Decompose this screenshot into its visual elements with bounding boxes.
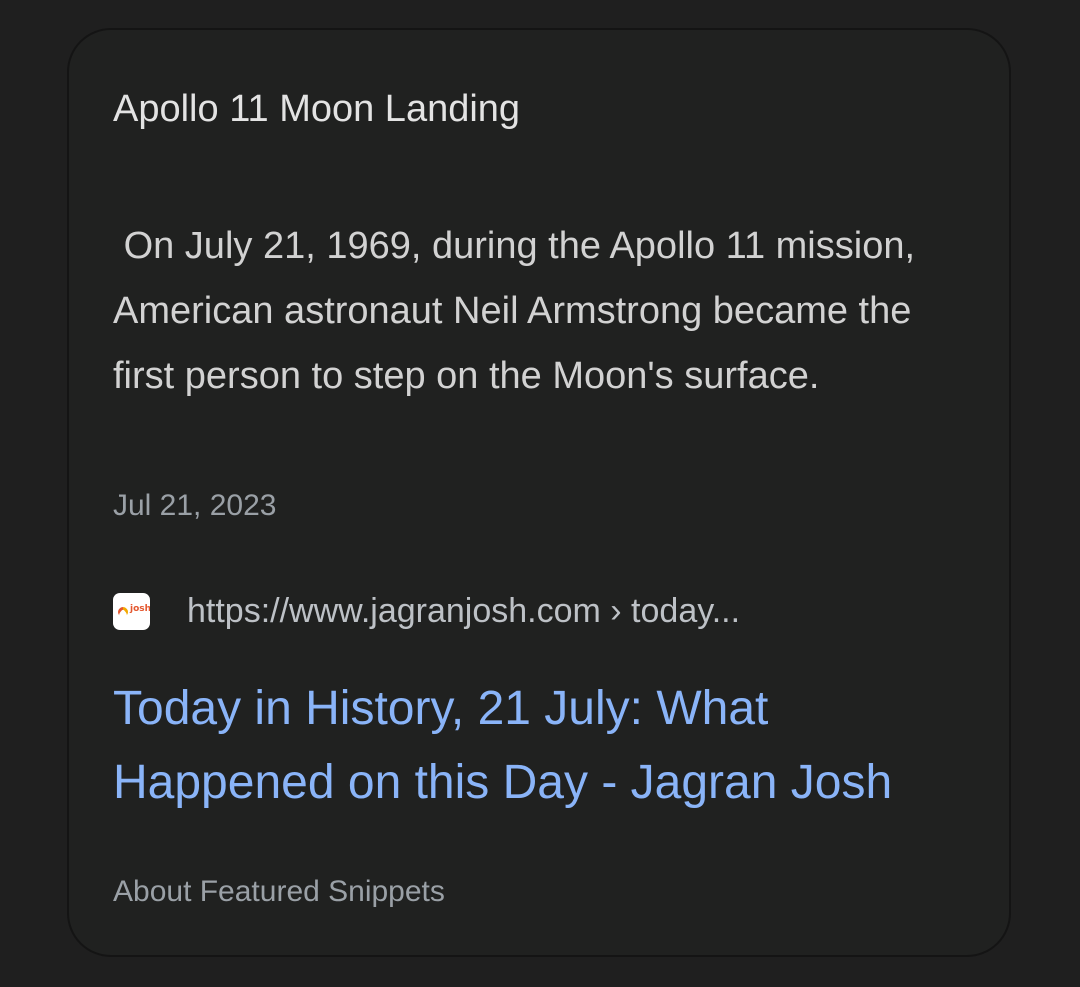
source-row[interactable]: josh https://www.jagranjosh.com › today.… [113, 588, 740, 634]
snippet-text: On July 21, 1969, during the Apollo 11 m… [113, 225, 924, 397]
jagranjosh-logo-icon: josh [113, 592, 150, 630]
snippet-date: Jul 21, 2023 [113, 489, 277, 522]
favicon-arc [115, 604, 131, 619]
about-featured-snippets-link[interactable]: About Featured Snippets [113, 874, 445, 910]
result-title-link[interactable]: Today in History, 21 July: What Happened… [113, 672, 983, 820]
favicon-text: josh [130, 603, 150, 614]
featured-snippet-card: Apollo 11 Moon Landing On July 21, 1969,… [67, 28, 1011, 957]
snippet-heading: Apollo 11 Moon Landing [113, 88, 521, 130]
source-url[interactable]: https://www.jagranjosh.com › today... [187, 588, 740, 634]
